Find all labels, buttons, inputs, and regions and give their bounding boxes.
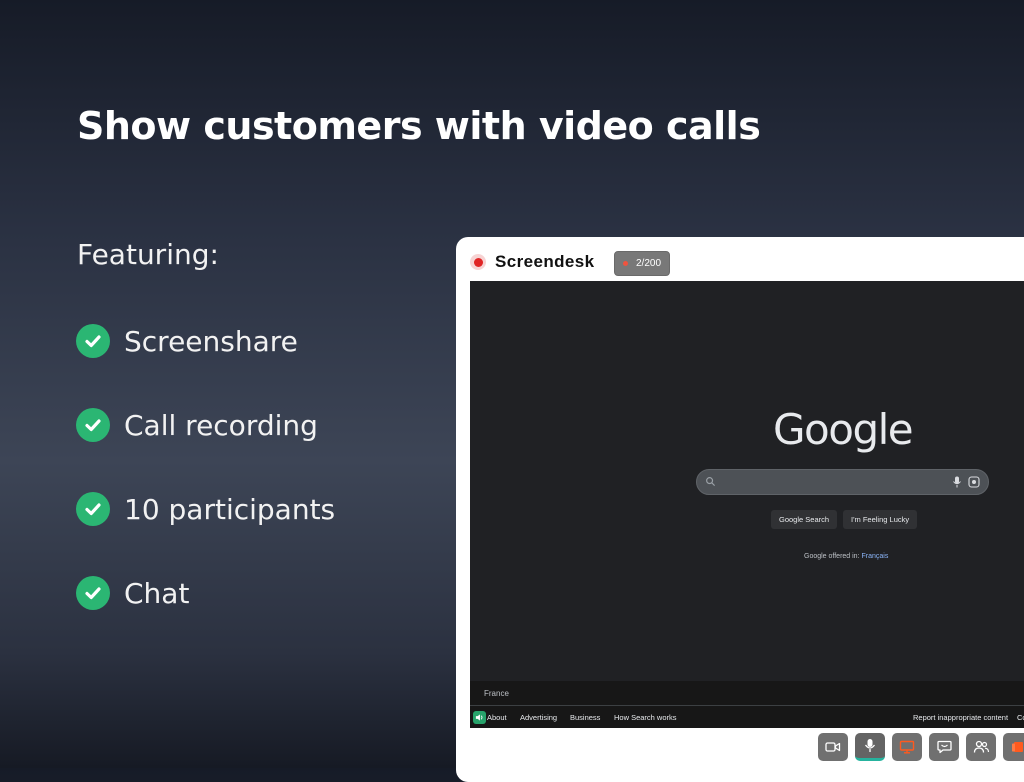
feature-item-chat: Chat xyxy=(76,575,189,611)
screenshare-button[interactable] xyxy=(892,733,922,761)
footer-country: France xyxy=(470,681,1024,705)
microphone-icon xyxy=(864,739,876,752)
recording-badge[interactable]: 2/200 xyxy=(614,251,671,276)
google-search-box[interactable] xyxy=(696,469,989,495)
footer-link-business[interactable]: Business xyxy=(570,713,600,722)
feature-label: Screenshare xyxy=(124,324,298,358)
offered-in-prefix: Google offered in: xyxy=(804,553,860,560)
feature-label: Chat xyxy=(124,576,190,610)
headline: Show customers with video calls xyxy=(77,104,761,148)
feature-item-participants: 10 participants xyxy=(76,491,335,527)
google-logo: Google xyxy=(773,405,914,454)
recording-count: 2/200 xyxy=(636,258,662,269)
footer-link-how-search-works[interactable]: How Search works xyxy=(614,713,677,722)
speaker-icon[interactable] xyxy=(473,711,486,724)
end-call-button[interactable] xyxy=(1003,733,1024,761)
app-titlebar: Screendesk 2/200 xyxy=(456,237,1024,279)
google-search-button[interactable]: Google Search xyxy=(771,510,838,529)
participants-button[interactable] xyxy=(966,733,996,761)
check-circle-icon xyxy=(76,324,110,358)
end-call-icon xyxy=(1012,742,1023,752)
footer-link-cookies[interactable]: Co xyxy=(1017,713,1024,722)
shared-screen: Google Google Search I'm Feeling Lucky G… xyxy=(470,281,1024,728)
camera-button[interactable] xyxy=(818,733,848,761)
record-icon xyxy=(470,254,486,270)
camera-search-icon[interactable] xyxy=(968,476,980,488)
footer-link-about[interactable]: About xyxy=(487,713,507,722)
check-circle-icon xyxy=(76,492,110,526)
chat-button[interactable] xyxy=(929,733,959,761)
screendesk-app-window: Screendesk 2/200 Google Google Search I'… xyxy=(456,237,1024,782)
feature-item-screenshare: Screenshare xyxy=(76,323,298,359)
people-icon xyxy=(973,740,989,753)
screen-share-icon xyxy=(899,740,915,754)
featuring-label: Featuring: xyxy=(77,238,219,271)
footer-link-report[interactable]: Report inappropriate content xyxy=(913,713,1008,722)
app-name: Screendesk xyxy=(495,252,595,271)
microphone-icon[interactable] xyxy=(952,476,962,488)
footer-links: About Advertising Business How Search wo… xyxy=(470,705,1024,728)
feeling-lucky-button[interactable]: I'm Feeling Lucky xyxy=(843,510,918,529)
check-circle-icon xyxy=(76,408,110,442)
microphone-button[interactable] xyxy=(855,733,885,761)
chat-icon xyxy=(936,740,952,754)
recording-dot-icon xyxy=(623,261,628,266)
video-camera-icon xyxy=(825,742,841,752)
footer-link-advertising[interactable]: Advertising xyxy=(520,713,557,722)
language-link[interactable]: Français xyxy=(861,553,888,560)
feature-item-call-recording: Call recording xyxy=(76,407,318,443)
feature-label: Call recording xyxy=(124,408,318,442)
offered-in-text: Google offered in: Français xyxy=(804,553,888,560)
check-circle-icon xyxy=(76,576,110,610)
search-icon xyxy=(706,477,716,487)
feature-label: 10 participants xyxy=(124,492,336,526)
